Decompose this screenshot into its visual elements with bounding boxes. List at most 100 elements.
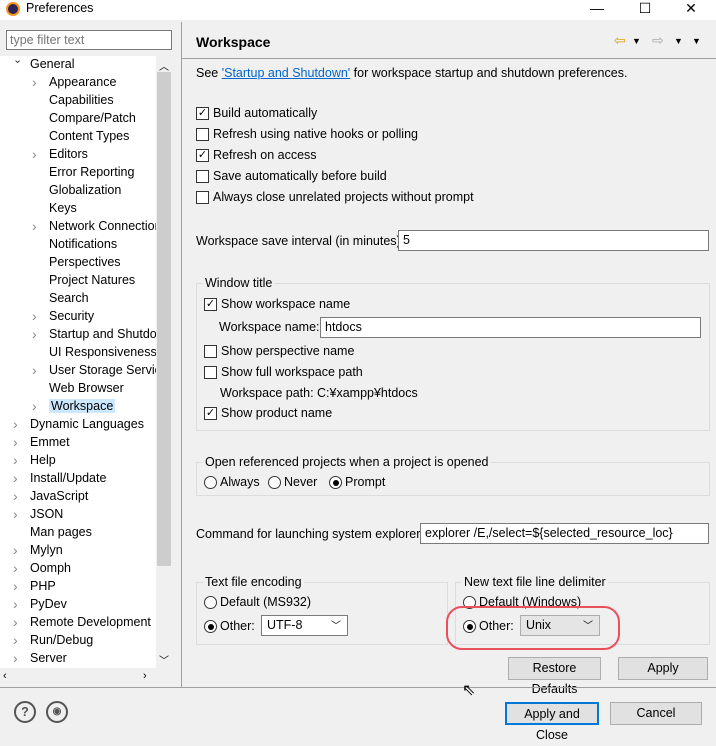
tree-item[interactable]: › Startup and Shutdow [32, 325, 166, 343]
tree-item[interactable]: › Emmet [13, 433, 70, 451]
back-icon[interactable]: ⇦ [614, 32, 626, 49]
workspace-name-input[interactable]: htdocs [320, 317, 701, 338]
tree-item[interactable]: › Editors [32, 145, 88, 163]
checkbox[interactable]: Refresh using native hooks or polling [196, 127, 418, 142]
chevron-right-icon[interactable]: › [13, 577, 18, 595]
checkbox-box[interactable] [196, 170, 209, 184]
tree-item[interactable]: Capabilities [49, 91, 114, 109]
checkbox-box[interactable]: ✓ [196, 107, 209, 121]
checkbox[interactable]: ✓ Refresh on access [196, 148, 317, 163]
back-menu-icon[interactable]: ▼ [632, 36, 641, 46]
tree-item[interactable]: Error Reporting [49, 163, 134, 181]
tree-item[interactable]: › Network Connection [32, 217, 162, 235]
filter-input[interactable] [6, 30, 172, 50]
chevron-right-icon[interactable]: › [13, 631, 18, 649]
chevron-right-icon[interactable]: › [13, 541, 18, 559]
chevron-right-icon[interactable]: › [13, 559, 18, 577]
tree-item[interactable]: Keys [49, 199, 77, 217]
tree-item[interactable]: › Remote Development [13, 613, 151, 631]
tree-item[interactable]: Content Types [49, 127, 129, 145]
checkbox-box[interactable]: ✓ [196, 149, 209, 163]
checkbox[interactable]: Save automatically before build [196, 169, 387, 184]
close-button[interactable]: ✕ [676, 0, 706, 18]
tree-item[interactable]: › Install/Update [13, 469, 106, 487]
scroll-left-icon[interactable]: ‹ [3, 670, 7, 682]
tree-item[interactable]: › Security [32, 307, 94, 325]
encoding-default-radio[interactable]: Default (MS932) [204, 595, 311, 610]
chevron-right-icon[interactable]: › [13, 469, 18, 487]
scroll-right-icon[interactable]: › [143, 670, 147, 682]
tree-item[interactable]: › Server [13, 649, 67, 667]
show-full-path-checkbox[interactable]: Show full workspace path [204, 365, 363, 380]
tree-item[interactable]: Notifications [49, 235, 117, 253]
chevron-right-icon[interactable]: › [13, 487, 18, 505]
tree-item[interactable]: ⌄ General [13, 56, 74, 73]
tree-item[interactable]: Globalization [49, 181, 121, 199]
chevron-right-icon[interactable]: › [32, 73, 37, 91]
checkbox[interactable]: Always close unrelated projects without … [196, 190, 474, 205]
tree-item[interactable]: › JavaScript [13, 487, 88, 505]
tree-item[interactable]: › PyDev [13, 595, 67, 613]
tree-scroll-thumb[interactable] [157, 72, 171, 566]
startup-shutdown-link[interactable]: 'Startup and Shutdown' [222, 66, 350, 80]
chevron-down-icon[interactable]: ⌄ [13, 56, 22, 69]
scroll-up-icon[interactable]: ︿ [159, 58, 169, 73]
tree-item[interactable]: › User Storage Service [32, 361, 168, 379]
view-menu-icon[interactable]: ▼ [692, 36, 701, 46]
preference-tree[interactable]: ⌄ General › Appearance Capabilities Compare/P… [0, 56, 172, 686]
apply-button[interactable]: Apply [618, 657, 708, 680]
show-product-name-checkbox[interactable]: ✓ Show product name [204, 406, 332, 421]
maximize-button[interactable]: ☐ [630, 0, 660, 18]
import-export-icon[interactable]: ◉ [46, 701, 68, 723]
encoding-other-radio[interactable]: Other: [204, 619, 255, 634]
chevron-right-icon[interactable]: › [32, 397, 37, 415]
tree-item[interactable]: › PHP [13, 577, 56, 595]
tree-item[interactable]: › Appearance [32, 73, 116, 91]
tree-item[interactable]: Web Browser [49, 379, 124, 397]
help-icon[interactable]: ? [14, 701, 36, 723]
open-ref-always-radio[interactable]: Always [204, 475, 260, 490]
tree-item[interactable]: › JSON [13, 505, 63, 523]
cancel-button[interactable]: Cancel [610, 702, 702, 725]
tree-item[interactable]: › Dynamic Languages [13, 415, 144, 433]
forward-menu-icon[interactable]: ▼ [674, 36, 683, 46]
show-perspective-name-checkbox[interactable]: Show perspective name [204, 344, 354, 359]
explorer-command-input[interactable]: explorer /E,/select=${selected_resource_… [420, 523, 709, 544]
apply-and-close-button[interactable]: Apply and Close [505, 702, 599, 742]
tree-item[interactable]: Search [49, 289, 89, 307]
chevron-right-icon[interactable]: › [13, 451, 18, 469]
restore-defaults-button[interactable]: Restore Defaults [508, 657, 601, 696]
chevron-right-icon[interactable]: › [32, 145, 37, 163]
tree-item[interactable]: › Run/Debug [13, 631, 93, 649]
chevron-right-icon[interactable]: › [13, 433, 18, 451]
save-interval-input[interactable]: 5 [398, 230, 709, 251]
open-ref-prompt-radio[interactable]: Prompt [329, 475, 385, 490]
chevron-right-icon[interactable]: › [32, 307, 37, 325]
forward-icon[interactable]: ⇨ [652, 32, 664, 49]
chevron-right-icon[interactable]: › [13, 649, 18, 667]
tree-item[interactable]: Perspectives [49, 253, 121, 271]
tree-item[interactable]: UI Responsiveness M [49, 343, 171, 361]
chevron-right-icon[interactable]: › [13, 505, 18, 523]
checkbox-box[interactable] [196, 128, 209, 142]
scroll-down-icon[interactable]: ﹀ [159, 652, 169, 667]
chevron-right-icon[interactable]: › [13, 595, 18, 613]
encoding-select[interactable]: UTF-8 ﹀ [261, 615, 348, 636]
tree-item[interactable]: › Workspace [32, 397, 116, 415]
tree-item[interactable]: Project Natures [49, 271, 135, 289]
chevron-right-icon[interactable]: › [32, 217, 37, 235]
checkbox-box[interactable] [196, 191, 209, 205]
minimize-button[interactable]: — [582, 0, 612, 18]
show-workspace-name-checkbox[interactable]: ✓ Show workspace name [204, 297, 350, 312]
open-ref-never-radio[interactable]: Never [268, 475, 317, 490]
chevron-right-icon[interactable]: › [13, 415, 18, 433]
checkbox[interactable]: ✓ Build automatically [196, 106, 317, 121]
tree-item[interactable]: Compare/Patch [49, 109, 136, 127]
chevron-right-icon[interactable]: › [32, 325, 37, 343]
chevron-right-icon[interactable]: › [13, 613, 18, 631]
tree-item[interactable]: › Oomph [13, 559, 71, 577]
chevron-right-icon[interactable]: › [32, 361, 37, 379]
tree-item[interactable]: › Mylyn [13, 541, 63, 559]
tree-item[interactable]: Man pages [30, 523, 92, 541]
tree-item[interactable]: › Help [13, 451, 56, 469]
